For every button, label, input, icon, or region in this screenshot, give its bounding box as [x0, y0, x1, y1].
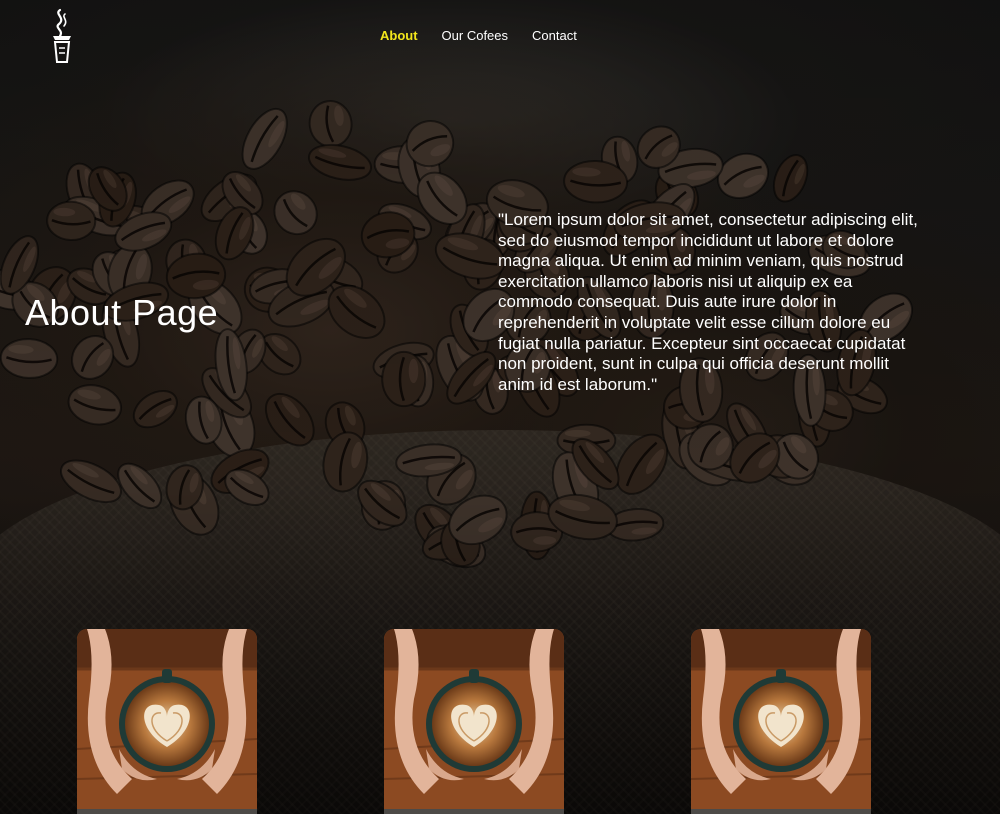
nav-link-contact[interactable]: Contact [532, 28, 577, 44]
latte-cup-image [691, 629, 871, 809]
card-strip [691, 809, 871, 814]
logo-icon[interactable] [46, 6, 78, 66]
nav-link-about[interactable]: About [380, 28, 418, 44]
card-strip [77, 809, 257, 814]
nav-link-our-cofees[interactable]: Our Cofees [442, 28, 508, 44]
coffee-card[interactable] [384, 629, 564, 814]
coffee-card[interactable] [691, 629, 871, 814]
latte-cup-image [77, 629, 257, 809]
main-nav: About Our Cofees Contact [380, 28, 577, 44]
coffee-card[interactable] [77, 629, 257, 814]
latte-cup-image [384, 629, 564, 809]
about-description: "Lorem ipsum dolor sit amet, consectetur… [498, 210, 918, 394]
page-title: About Page [25, 292, 219, 333]
card-strip [384, 809, 564, 814]
